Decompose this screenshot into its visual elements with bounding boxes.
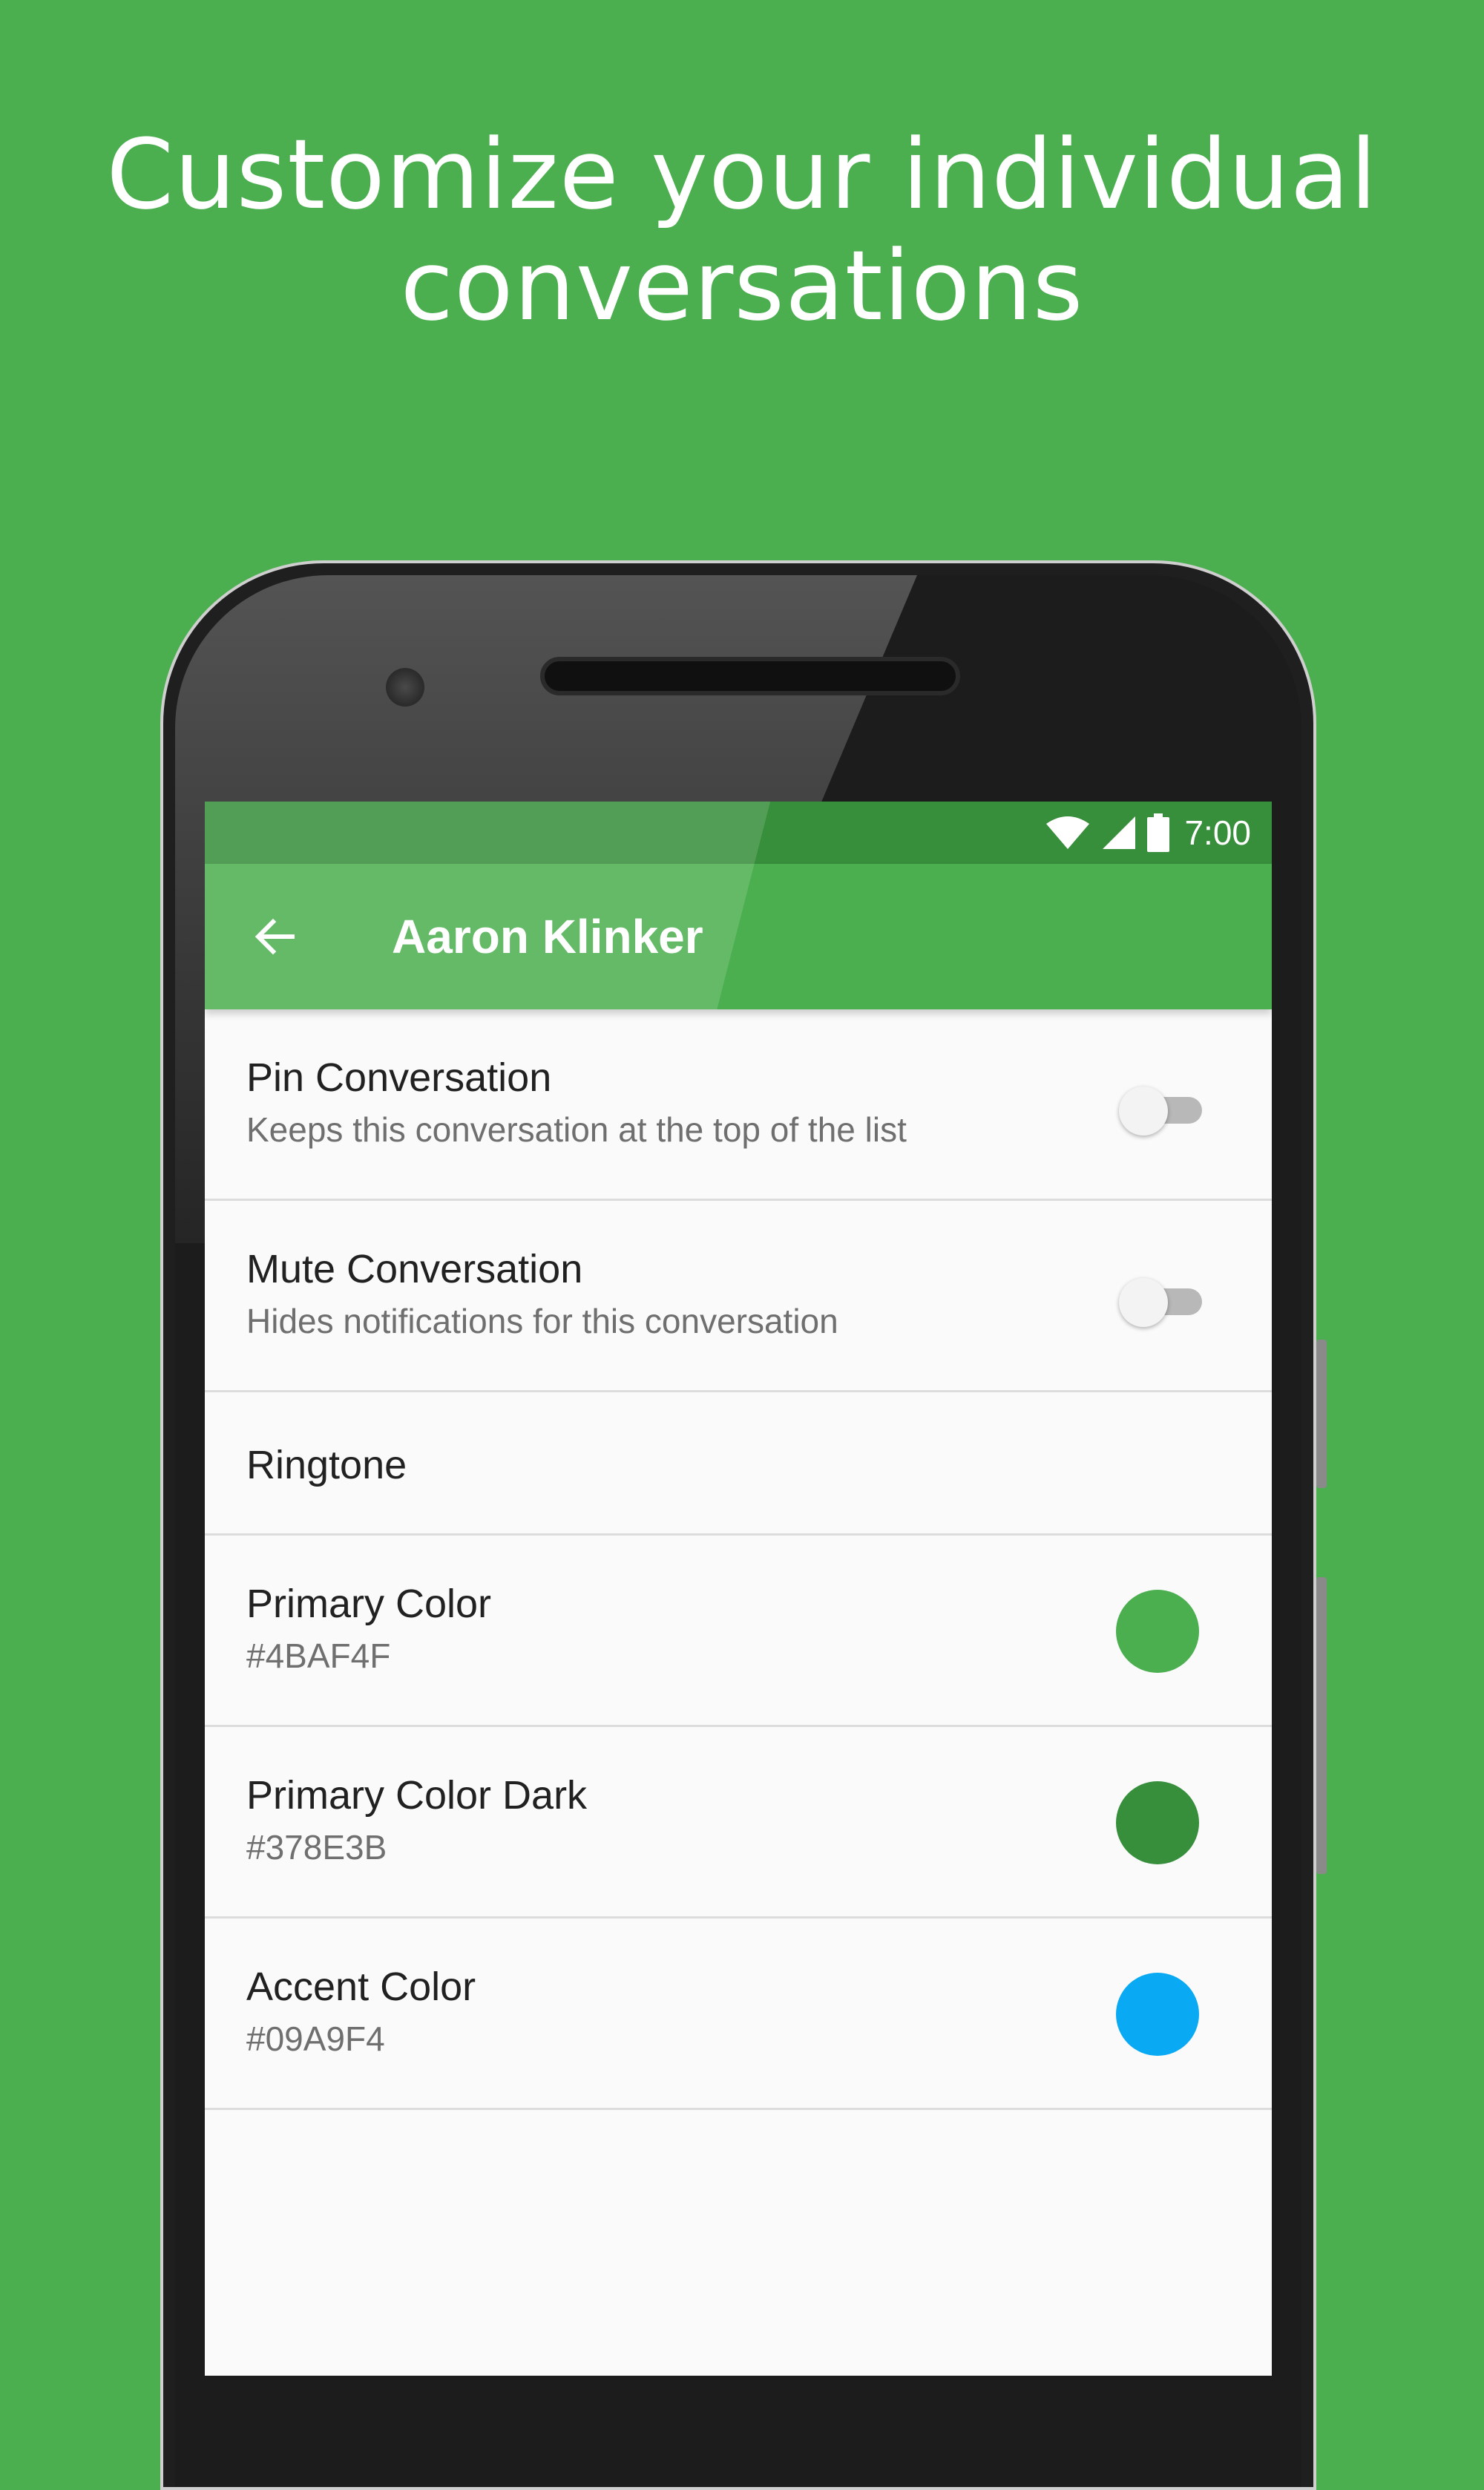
phone-screen: 7:00 Aaron Klinker Pin Conversation Keep… bbox=[205, 802, 1272, 2376]
accent-color-swatch[interactable] bbox=[1116, 1973, 1199, 2056]
accent-color-setting[interactable]: Accent Color #09A9F4 bbox=[205, 1919, 1272, 2110]
ringtone-setting[interactable]: Ringtone bbox=[205, 1392, 1272, 1536]
setting-summary: Hides notifications for this conversatio… bbox=[246, 1302, 838, 1340]
battery-icon bbox=[1147, 813, 1170, 852]
toggle-thumb bbox=[1119, 1278, 1168, 1327]
cell-signal-icon bbox=[1103, 816, 1136, 849]
setting-title: Pin Conversation bbox=[246, 1055, 552, 1100]
setting-value: #4BAF4F bbox=[246, 1636, 391, 1675]
primary-color-dark-swatch[interactable] bbox=[1116, 1781, 1199, 1864]
status-icons: 7:00 bbox=[1045, 812, 1251, 854]
power-button bbox=[1316, 1340, 1327, 1488]
status-bar: 7:00 bbox=[205, 802, 1272, 864]
mute-conversation-setting[interactable]: Mute Conversation Hides notifications fo… bbox=[205, 1201, 1272, 1392]
settings-list: Pin Conversation Keeps this conversation… bbox=[205, 1009, 1272, 2110]
setting-title: Ringtone bbox=[246, 1443, 407, 1487]
conversation-title: Aaron Klinker bbox=[392, 910, 703, 963]
pin-conversation-setting[interactable]: Pin Conversation Keeps this conversation… bbox=[205, 1009, 1272, 1201]
volume-button bbox=[1316, 1577, 1327, 1874]
wifi-icon bbox=[1046, 816, 1090, 849]
setting-title: Accent Color bbox=[246, 1965, 476, 2009]
setting-summary: Keeps this conversation at the top of th… bbox=[246, 1110, 907, 1149]
app-bar: Aaron Klinker bbox=[205, 864, 1272, 1009]
setting-value: #378E3B bbox=[246, 1828, 387, 1867]
setting-title: Mute Conversation bbox=[246, 1247, 583, 1291]
setting-value: #09A9F4 bbox=[246, 2019, 385, 2058]
primary-color-dark-setting[interactable]: Primary Color Dark #378E3B bbox=[205, 1727, 1272, 1919]
setting-title: Primary Color Dark bbox=[246, 1773, 588, 1818]
headline-line-2: conversations bbox=[400, 229, 1084, 342]
status-time: 7:00 bbox=[1184, 813, 1251, 852]
arrow-back-icon bbox=[255, 918, 295, 955]
earpiece-speaker bbox=[540, 657, 960, 695]
toggle-thumb bbox=[1119, 1087, 1168, 1136]
setting-title: Primary Color bbox=[246, 1582, 492, 1626]
back-button[interactable] bbox=[246, 908, 303, 965]
mute-conversation-toggle[interactable] bbox=[1119, 1278, 1202, 1327]
pin-conversation-toggle[interactable] bbox=[1119, 1087, 1202, 1136]
primary-color-swatch[interactable] bbox=[1116, 1590, 1199, 1673]
front-camera bbox=[386, 668, 424, 707]
primary-color-setting[interactable]: Primary Color #4BAF4F bbox=[205, 1536, 1272, 1727]
headline: Customize your individual conversations bbox=[0, 119, 1484, 341]
headline-line-1: Customize your individual bbox=[106, 118, 1378, 231]
